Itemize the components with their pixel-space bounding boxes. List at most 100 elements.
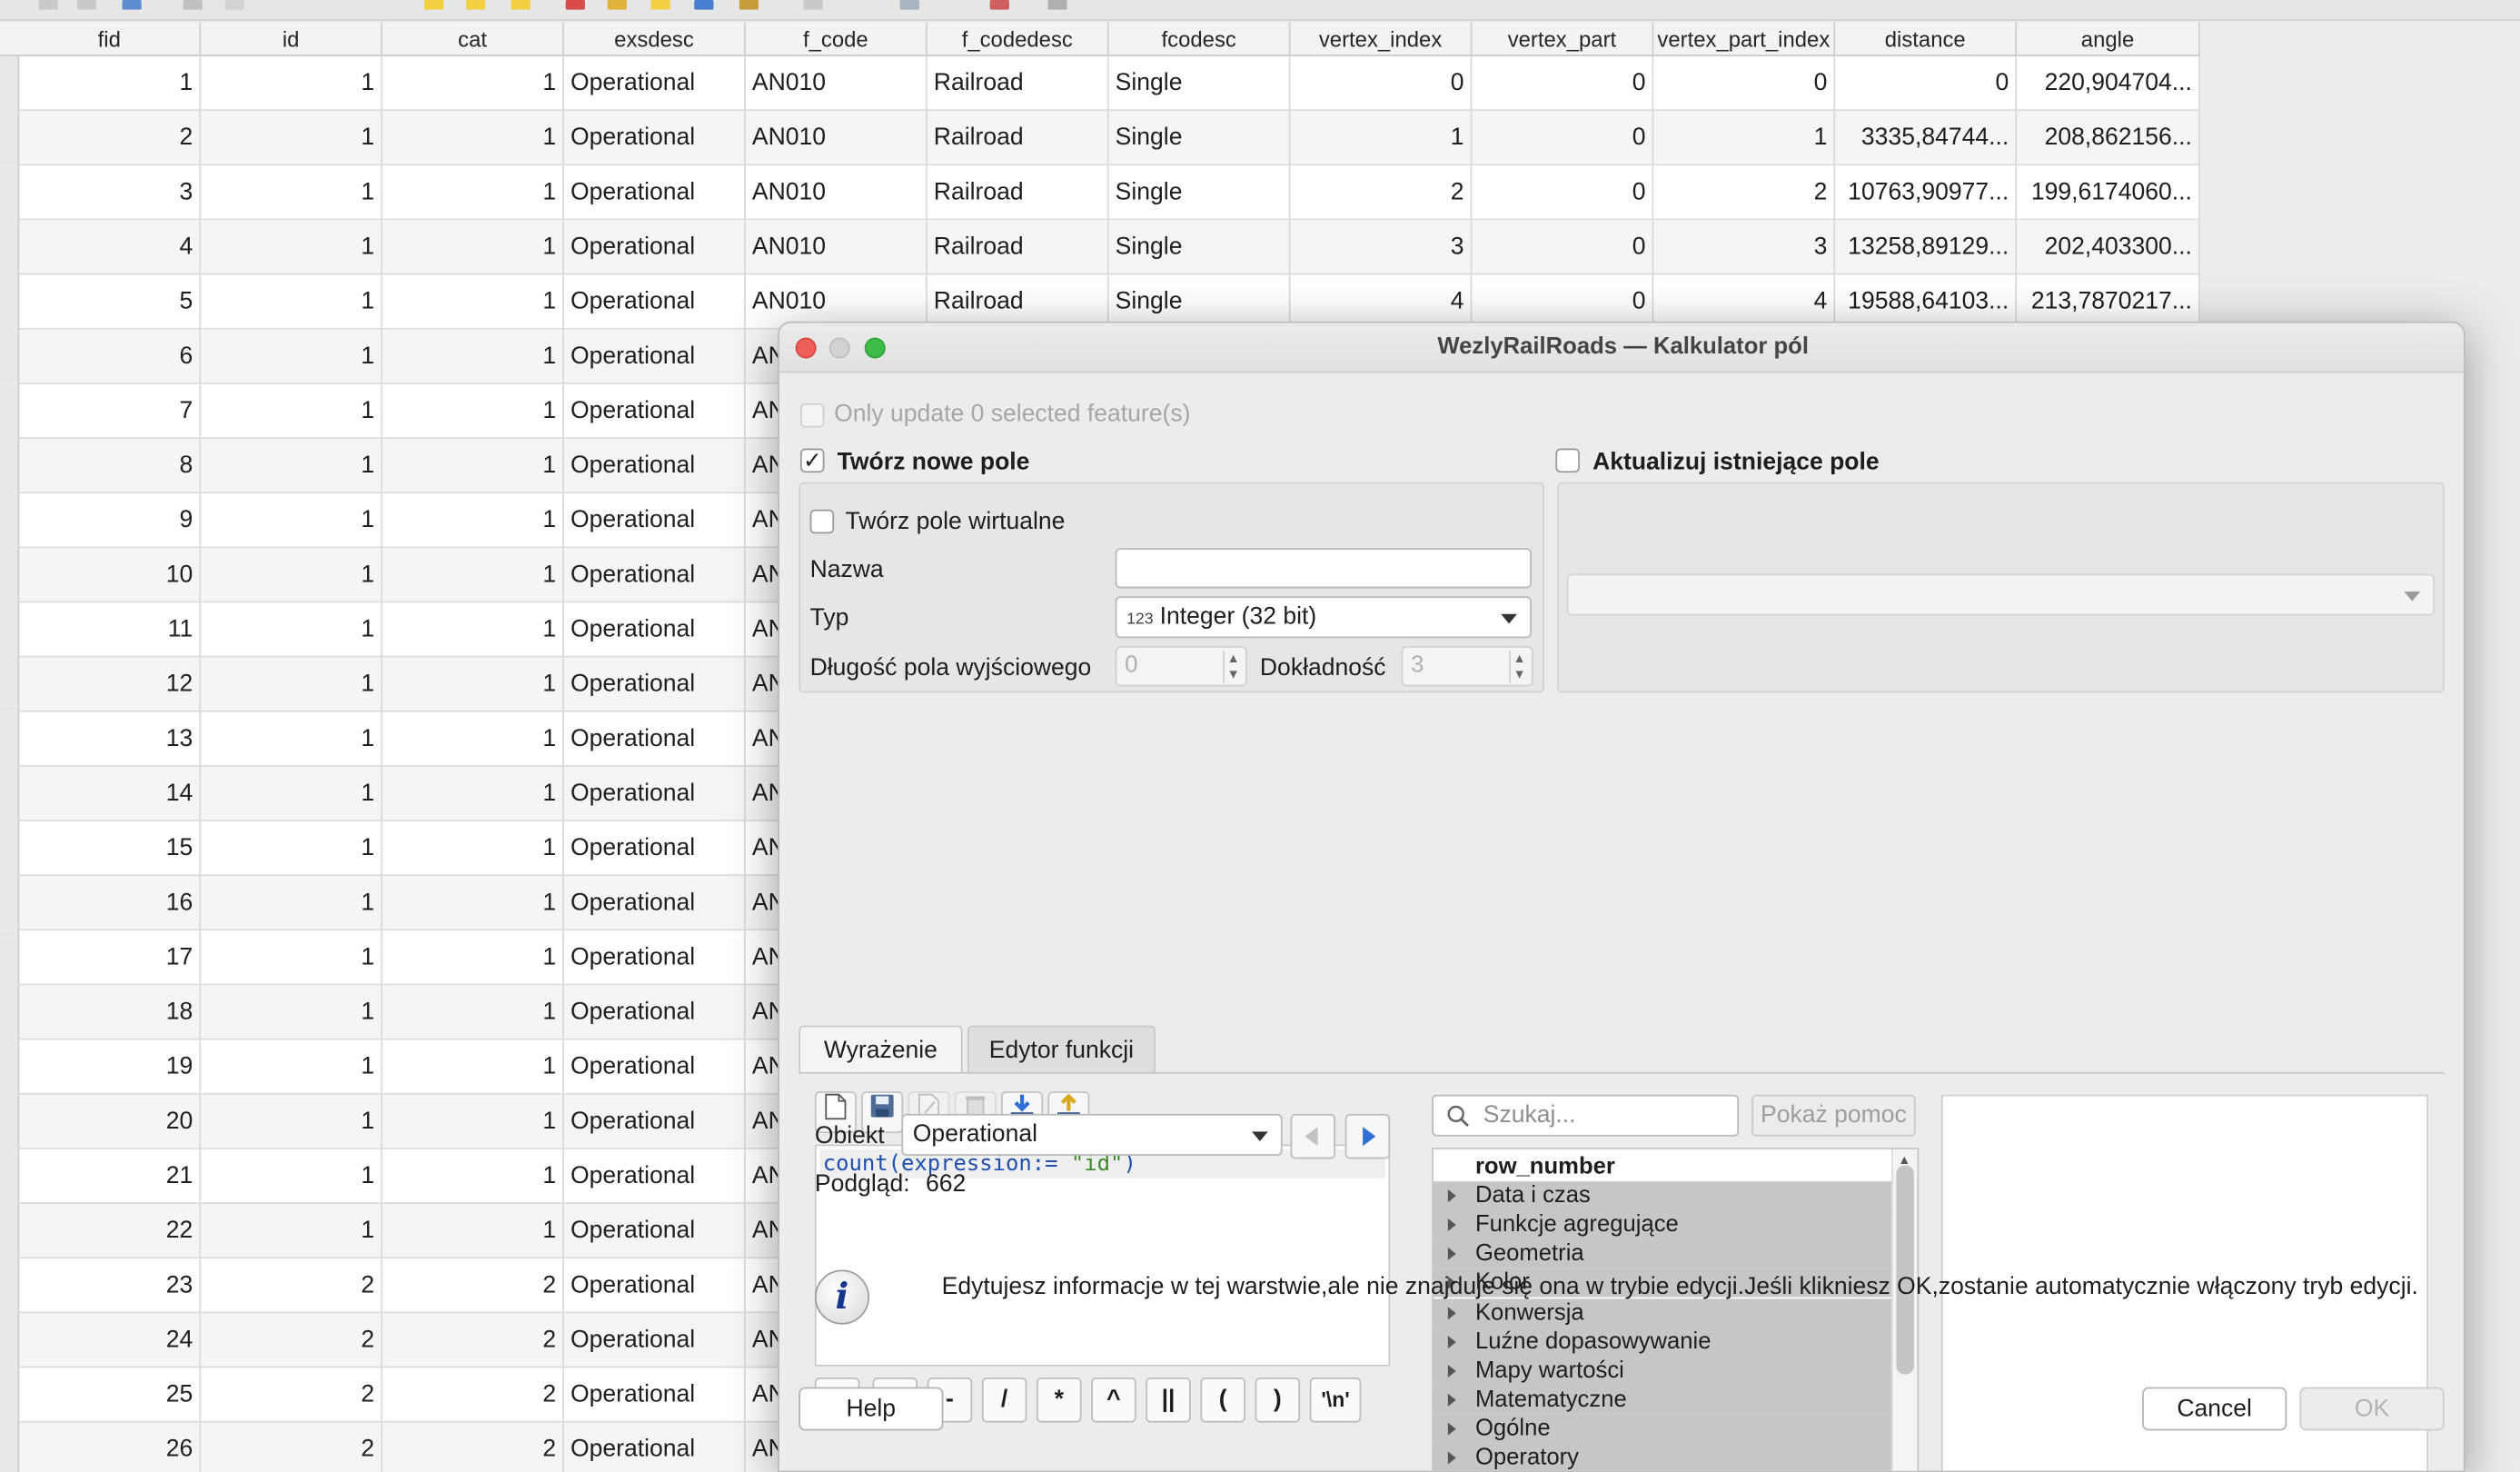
- column-header-fid[interactable]: fid: [19, 22, 202, 56]
- table-cell[interactable]: 15: [19, 821, 202, 877]
- table-cell[interactable]: 1: [201, 657, 383, 712]
- spin-arrows-icon[interactable]: ▲ ▼: [1223, 651, 1242, 683]
- feature-select[interactable]: Operational: [901, 1113, 1283, 1156]
- toolbar-icon[interactable]: [899, 0, 919, 10]
- row-header[interactable]: [0, 711, 20, 767]
- row-header[interactable]: [0, 383, 20, 439]
- function-tree-item[interactable]: Ogólne: [1433, 1414, 1892, 1444]
- function-search-input[interactable]: Szukaj...: [1432, 1094, 1740, 1137]
- table-cell[interactable]: 1: [201, 548, 383, 603]
- toolbar-icon[interactable]: [739, 0, 759, 10]
- table-cell[interactable]: Operational: [564, 383, 746, 439]
- table-cell[interactable]: 1: [382, 985, 564, 1040]
- row-header[interactable]: [0, 985, 20, 1040]
- table-cell[interactable]: 1: [201, 766, 383, 821]
- table-cell[interactable]: Operational: [564, 1149, 746, 1204]
- function-tree-item[interactable]: Konwersja: [1433, 1298, 1892, 1328]
- function-tree-item[interactable]: Matematyczne: [1433, 1385, 1892, 1415]
- table-cell[interactable]: 22: [19, 1203, 202, 1259]
- scroll-up-icon[interactable]: ▲: [1898, 1152, 1910, 1167]
- tab-expression[interactable]: Wyrażenie: [799, 1025, 963, 1074]
- table-cell[interactable]: 1: [201, 111, 383, 166]
- table-cell[interactable]: Operational: [564, 1313, 746, 1368]
- toolbar-icon[interactable]: [694, 0, 714, 10]
- toolbar-icon[interactable]: [989, 0, 1009, 10]
- column-header-f-code[interactable]: f_code: [746, 22, 928, 56]
- column-header-distance[interactable]: distance: [1835, 22, 2018, 56]
- table-cell[interactable]: 0: [1835, 55, 2018, 112]
- operator-power-button[interactable]: ^: [1091, 1378, 1136, 1423]
- table-cell[interactable]: 24: [19, 1313, 202, 1368]
- expand-arrow-icon[interactable]: [1447, 1451, 1456, 1465]
- function-tree-item[interactable]: Funkcje agregujące: [1433, 1210, 1892, 1240]
- row-header[interactable]: [0, 329, 20, 384]
- table-cell[interactable]: 1: [382, 329, 564, 384]
- table-cell[interactable]: 10763,90977...: [1835, 165, 2018, 221]
- function-tree-item[interactable]: Luźne dopasowywanie: [1433, 1327, 1892, 1357]
- toolbar-icon[interactable]: [224, 0, 244, 10]
- table-cell[interactable]: 1: [382, 1094, 564, 1149]
- operator-newline-button[interactable]: '\n': [1309, 1378, 1362, 1423]
- toolbar-icon[interactable]: [466, 0, 486, 10]
- table-cell[interactable]: 26: [19, 1422, 202, 1472]
- row-header[interactable]: [0, 220, 20, 275]
- table-cell[interactable]: 1: [19, 55, 202, 112]
- previous-feature-button[interactable]: [1290, 1113, 1336, 1159]
- table-cell[interactable]: 220,904704...: [2017, 55, 2200, 112]
- table-cell[interactable]: AN010: [746, 165, 928, 221]
- existing-field-select[interactable]: [1566, 573, 2436, 616]
- table-cell[interactable]: Operational: [564, 821, 746, 877]
- table-cell[interactable]: 1: [201, 55, 383, 112]
- table-cell[interactable]: Single: [1109, 165, 1291, 221]
- column-header-f-codedesc[interactable]: f_codedesc: [928, 22, 1109, 56]
- column-header-vertex-index[interactable]: vertex_index: [1291, 22, 1473, 56]
- table-cell[interactable]: Operational: [564, 1368, 746, 1423]
- table-cell[interactable]: 0: [1653, 55, 1836, 112]
- table-cell[interactable]: 1: [382, 55, 564, 112]
- table-cell[interactable]: Operational: [564, 329, 746, 384]
- table-cell[interactable]: 0: [1291, 55, 1473, 112]
- table-cell[interactable]: 1: [382, 1039, 564, 1095]
- table-cell[interactable]: Operational: [564, 548, 746, 603]
- expand-arrow-icon[interactable]: [1447, 1335, 1456, 1348]
- row-header[interactable]: [0, 55, 20, 112]
- table-cell[interactable]: 1: [1291, 111, 1473, 166]
- table-cell[interactable]: AN010: [746, 220, 928, 275]
- table-cell[interactable]: 1: [382, 165, 564, 221]
- table-cell[interactable]: 1: [382, 1203, 564, 1259]
- table-cell[interactable]: 1: [201, 493, 383, 549]
- table-cell[interactable]: Operational: [564, 111, 746, 166]
- table-cell[interactable]: 2: [201, 1368, 383, 1423]
- row-header[interactable]: [0, 876, 20, 931]
- table-cell[interactable]: 1: [382, 548, 564, 603]
- operator-open-paren-button[interactable]: (: [1200, 1378, 1245, 1423]
- table-cell[interactable]: 2: [382, 1422, 564, 1472]
- table-cell[interactable]: 11: [19, 602, 202, 658]
- row-header[interactable]: [0, 1149, 20, 1204]
- table-cell[interactable]: 3335,84744...: [1835, 111, 2018, 166]
- tree-scrollbar[interactable]: ▲ ▼: [1891, 1149, 1918, 1471]
- row-header[interactable]: [0, 821, 20, 877]
- table-cell[interactable]: 13258,89129...: [1835, 220, 2018, 275]
- row-header[interactable]: [0, 1313, 20, 1368]
- column-header-vertex-part[interactable]: vertex_part: [1472, 22, 1654, 56]
- table-cell[interactable]: Single: [1109, 111, 1291, 166]
- spin-arrows-icon[interactable]: ▲ ▼: [1509, 651, 1528, 683]
- table-cell[interactable]: Operational: [564, 985, 746, 1040]
- toolbar-icon[interactable]: [1047, 0, 1067, 10]
- help-button[interactable]: Help: [799, 1387, 944, 1431]
- table-cell[interactable]: Operational: [564, 602, 746, 658]
- toolbar-icon[interactable]: [76, 0, 97, 10]
- toolbar-icon[interactable]: [565, 0, 585, 10]
- table-cell[interactable]: 5: [19, 274, 202, 330]
- virtual-field-checkbox[interactable]: [809, 509, 835, 534]
- table-cell[interactable]: 1: [382, 220, 564, 275]
- only-update-checkbox[interactable]: [799, 403, 825, 428]
- field-type-select[interactable]: 123 Integer (32 bit): [1115, 596, 1532, 639]
- toolbar-icon[interactable]: [38, 0, 58, 10]
- row-header[interactable]: [0, 438, 20, 494]
- table-cell[interactable]: 1: [382, 711, 564, 767]
- function-tree-item[interactable]: row_number: [1434, 1152, 1891, 1181]
- table-cell[interactable]: 1: [201, 165, 383, 221]
- row-header[interactable]: [0, 111, 20, 166]
